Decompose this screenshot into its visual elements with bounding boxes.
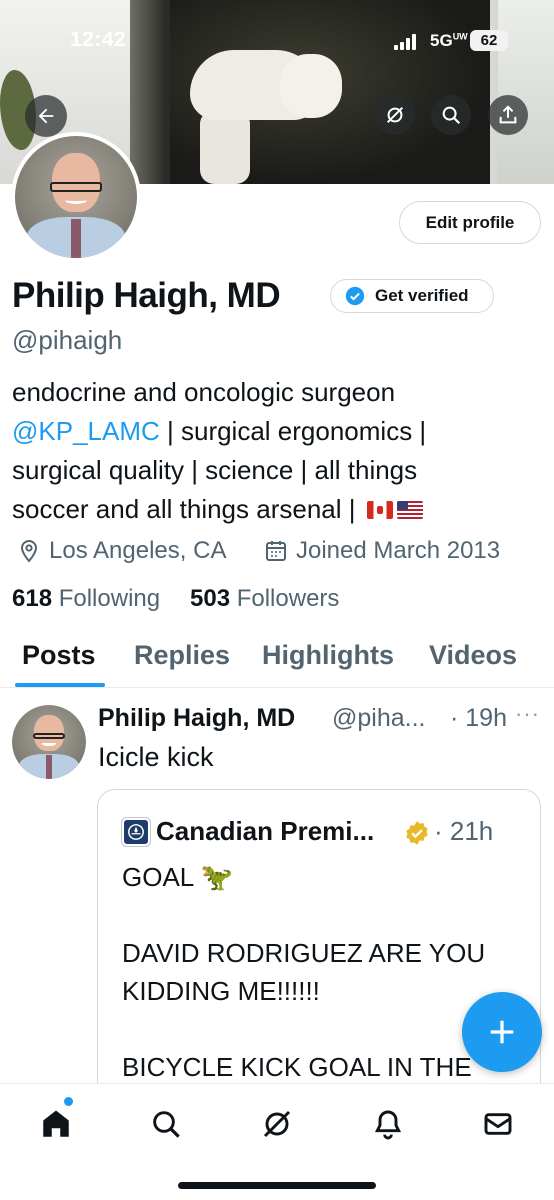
signal-icon xyxy=(394,34,416,50)
nav-grok[interactable] xyxy=(257,1104,297,1144)
gold-verified-badge-icon xyxy=(406,821,428,845)
home-icon xyxy=(43,1110,69,1137)
post-time: · 19h xyxy=(450,704,507,732)
status-bar: 12:42 5GUW 62 xyxy=(0,0,554,80)
nav-search[interactable] xyxy=(146,1104,186,1144)
search-button[interactable] xyxy=(431,95,471,135)
bio-line: endocrine and oncologic surgeon xyxy=(12,377,396,407)
followers-count: 503 xyxy=(190,585,231,612)
tab-replies[interactable]: Replies xyxy=(134,640,230,671)
bio-line: soccer and all things arsenal | xyxy=(12,490,532,529)
plus-icon xyxy=(490,1020,514,1044)
nav-messages[interactable] xyxy=(478,1104,518,1144)
share-button[interactable] xyxy=(488,95,528,135)
profile-handle: @pihaigh xyxy=(12,325,123,355)
post-author-name[interactable]: Philip Haigh, MD xyxy=(98,704,295,733)
compose-button[interactable] xyxy=(462,992,542,1072)
bio-mention-link[interactable]: @KP_LAMC xyxy=(12,416,160,446)
back-arrow-icon xyxy=(38,108,54,124)
quoted-post-text: GOAL 🦖 DAVID RODRIGUEZ ARE YOU KIDDING M… xyxy=(122,862,486,1082)
grok-icon xyxy=(386,106,404,124)
search-icon xyxy=(153,1111,180,1138)
home-notification-dot xyxy=(64,1097,73,1106)
profile-avatar[interactable] xyxy=(11,132,141,262)
tab-videos[interactable]: Videos xyxy=(429,640,517,671)
quoted-author-name: Canadian Premi... xyxy=(156,816,375,846)
banner-dog-legs xyxy=(200,110,250,184)
us-flag-icon xyxy=(396,501,423,519)
edit-profile-button[interactable]: Edit profile xyxy=(399,201,541,244)
followers-label: Followers xyxy=(236,585,340,612)
verified-badge-icon xyxy=(345,286,365,306)
quoted-post-time: · 21h xyxy=(434,816,494,846)
tab-posts[interactable]: Posts xyxy=(22,640,96,671)
post-author-avatar[interactable] xyxy=(12,705,86,779)
more-options-icon[interactable]: ··· xyxy=(515,701,540,727)
post-author-handle: @piha... xyxy=(332,704,426,732)
nav-notifications[interactable] xyxy=(368,1104,408,1144)
grok-icon xyxy=(263,1110,291,1138)
profile-joined-date: Joined March 2013 xyxy=(264,536,500,566)
home-indicator xyxy=(178,1182,376,1189)
canada-flag-icon xyxy=(366,501,393,519)
search-icon xyxy=(442,106,461,125)
messages-icon xyxy=(484,1113,512,1135)
notifications-icon xyxy=(374,1110,402,1140)
back-button[interactable] xyxy=(25,95,67,137)
nav-home[interactable] xyxy=(36,1104,76,1144)
tab-highlights[interactable]: Highlights xyxy=(262,640,394,671)
get-verified-button[interactable]: Get verified xyxy=(330,279,494,313)
battery-indicator: 62 xyxy=(470,30,508,51)
following-link[interactable]: 618 Following xyxy=(12,585,160,613)
post-text: Icicle kick xyxy=(98,742,214,772)
quoted-author-avatar xyxy=(122,818,150,846)
league-logo-icon xyxy=(128,824,144,840)
location-pin-icon xyxy=(20,539,38,563)
quoted-post[interactable]: Canadian Premi... · 21h GOAL 🦖 DAVID ROD… xyxy=(97,789,541,1119)
profile-location: Los Angeles, CA xyxy=(17,536,226,566)
get-verified-label: Get verified xyxy=(375,286,469,305)
bio-line: surgical quality | science | all things xyxy=(12,455,418,485)
followers-link[interactable]: 503 Followers xyxy=(190,585,339,613)
network-label: 5GUW xyxy=(430,31,468,50)
profile-name: Philip Haigh, MD xyxy=(12,276,281,315)
bio-line: @KP_LAMC | surgical ergonomics | xyxy=(12,416,427,446)
profile-tabs: Posts Replies Highlights Videos xyxy=(0,630,554,688)
avatar-photo xyxy=(15,136,137,258)
grok-button[interactable] xyxy=(375,95,415,135)
active-tab-indicator xyxy=(15,683,105,687)
bottom-navigation xyxy=(0,1083,554,1200)
share-icon xyxy=(499,105,517,124)
status-time: 12:42 xyxy=(70,28,127,51)
following-label: Following xyxy=(58,585,161,612)
calendar-icon xyxy=(266,541,286,561)
profile-bio: endocrine and oncologic surgeon @KP_LAMC… xyxy=(12,373,532,529)
following-count: 618 xyxy=(12,585,53,612)
